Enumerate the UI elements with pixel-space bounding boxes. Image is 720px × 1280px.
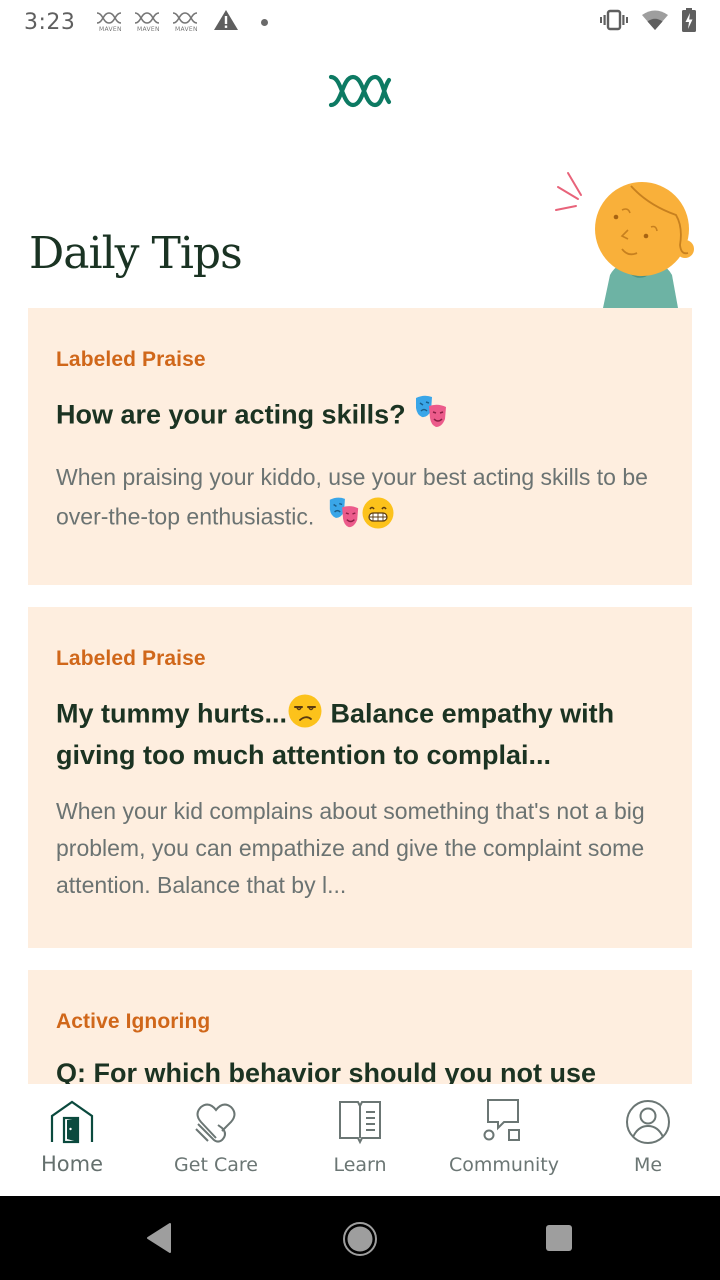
page-title: Daily Tips — [29, 228, 243, 279]
tip-card[interactable]: Labeled Praise My tummy hurts... Balance… — [28, 607, 692, 948]
profile-icon — [626, 1100, 670, 1144]
book-icon — [339, 1101, 381, 1145]
tip-title: How are your acting skills? — [56, 394, 664, 439]
unamused-face-emoji-icon — [287, 693, 323, 738]
back-button[interactable] — [146, 1222, 172, 1254]
home-icon — [50, 1100, 94, 1144]
dot-icon — [261, 18, 269, 26]
tip-category: Active Ignoring — [56, 1010, 211, 1033]
tip-title: My tummy hurts... Balance empathy with g… — [56, 693, 664, 773]
system-nav-bar — [0, 1196, 720, 1280]
warning-icon — [213, 9, 239, 36]
tip-card[interactable]: Active Ignoring Q: For which behavior sh… — [28, 970, 692, 1084]
tip-category: Labeled Praise — [56, 348, 206, 371]
maven-notification-icon: MAVEN — [95, 11, 125, 33]
community-icon — [483, 1099, 520, 1141]
nav-item-learn[interactable]: Learn — [288, 1084, 432, 1196]
tips-list[interactable]: Labeled Praise How are your acting skill… — [28, 308, 692, 1084]
nav-label: Get Care — [174, 1154, 258, 1176]
grinning-face-emoji-icon — [361, 496, 395, 541]
status-bar: 3:23 MAVEN MAVEN MAVEN — [0, 0, 720, 44]
nav-item-me[interactable]: Me — [576, 1084, 720, 1196]
status-time: 3:23 — [24, 9, 76, 35]
nav-item-community[interactable]: Community — [432, 1084, 576, 1196]
vibrate-icon — [600, 9, 628, 36]
nav-label: Me — [633, 1154, 663, 1176]
wifi-icon — [642, 10, 668, 35]
maven-notification-icon: MAVEN — [133, 11, 163, 33]
nav-label: Community — [449, 1154, 559, 1176]
tip-title-text: How are your acting skills? — [56, 399, 406, 430]
tip-category: Labeled Praise — [56, 647, 206, 670]
child-face-illustration — [548, 165, 698, 310]
recents-button[interactable] — [545, 1224, 573, 1252]
tip-title: Q: For which behavior should you not use — [56, 1058, 597, 1084]
tip-card[interactable]: Labeled Praise How are your acting skill… — [28, 308, 692, 585]
bottom-nav: Home Get Care Learn Community Me — [0, 1084, 720, 1196]
home-button[interactable] — [342, 1221, 378, 1257]
performing-arts-emoji-icon — [413, 394, 449, 439]
performing-arts-emoji-icon — [327, 496, 361, 541]
tip-body: When praising your kiddo, use your best … — [56, 459, 664, 541]
heart-hand-icon — [195, 1103, 236, 1143]
nav-label: Home — [40, 1152, 103, 1176]
nav-item-get-care[interactable]: Get Care — [144, 1084, 288, 1196]
nav-item-home[interactable]: Home — [0, 1084, 144, 1196]
tip-body: When your kid complains about something … — [56, 798, 645, 898]
nav-label: Learn — [333, 1154, 387, 1176]
maven-logo-icon — [328, 72, 392, 110]
battery-charging-icon — [682, 7, 696, 37]
maven-notification-icon: MAVEN — [171, 11, 201, 33]
